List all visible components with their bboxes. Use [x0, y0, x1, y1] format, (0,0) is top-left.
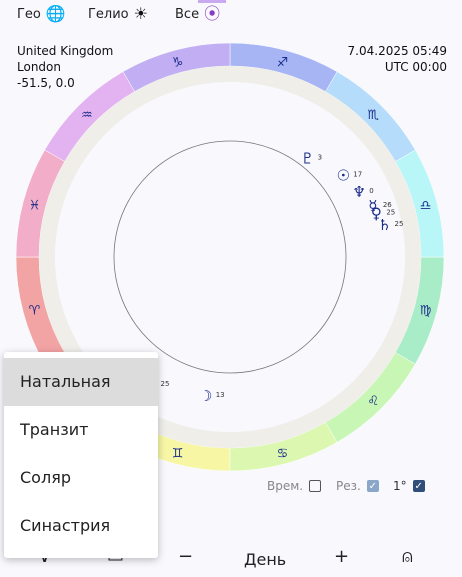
planet-mercury: ☿	[368, 197, 377, 215]
planet-degree-venus: 25	[386, 208, 395, 216]
sign-glyph-cancer: ♋	[277, 447, 289, 462]
time-label: Врем.	[267, 479, 304, 493]
planet-pluto: ♇	[301, 150, 314, 168]
planet-degree-sun: 17	[353, 171, 362, 179]
menu-item-synastry[interactable]: Синастрия	[4, 502, 158, 550]
one-degree-toggle[interactable]: 1° ✓	[393, 479, 425, 493]
sign-glyph-capricorn: ♑	[172, 55, 184, 70]
sign-glyph-gemini: ♊	[172, 447, 184, 462]
result-label: Рез.	[336, 479, 361, 493]
plus-button[interactable]: +	[334, 546, 349, 567]
planet-degree-pluto: 3	[318, 154, 322, 162]
sign-glyph-aries: ♈	[29, 303, 41, 318]
planet-neptune: ♆	[352, 183, 365, 201]
chart-type-menu: Натальная Транзит Соляр Синастрия	[4, 352, 158, 558]
one-degree-checkbox[interactable]: ✓	[412, 480, 425, 492]
person-icon[interactable]: ⍝	[402, 546, 413, 567]
sign-glyph-sagittarius: ♐	[277, 55, 289, 70]
one-degree-label: 1°	[393, 479, 407, 493]
result-checkbox[interactable]: ✓	[366, 480, 379, 492]
period-label[interactable]: День	[244, 550, 286, 569]
sign-glyph-scorpio: ♏	[367, 108, 379, 123]
sign-glyph-virgo: ♍	[420, 303, 432, 318]
planet-degree-mars: 25	[161, 380, 170, 388]
time-toggle[interactable]: Врем.	[267, 479, 322, 493]
result-toggle[interactable]: Рез. ✓	[336, 479, 379, 493]
time-checkbox[interactable]	[309, 480, 322, 492]
sign-glyph-pisces: ♓	[29, 199, 41, 214]
menu-item-natal[interactable]: Натальная	[4, 358, 158, 406]
planet-degree-mercury: 26	[383, 201, 392, 209]
planet-degree-moon: 13	[216, 391, 225, 399]
sign-glyph-aquarius: ♒	[81, 108, 93, 123]
sign-glyph-leo: ♌	[367, 394, 379, 409]
planet-degree-neptune: 0	[369, 187, 373, 195]
menu-item-solar[interactable]: Соляр	[4, 454, 158, 502]
planet-degree-saturn: 25	[395, 220, 404, 228]
planet-moon: ☽	[199, 387, 212, 405]
minus-button[interactable]: −	[178, 546, 193, 567]
sign-glyph-libra: ♎	[420, 199, 432, 214]
menu-item-transit[interactable]: Транзит	[4, 406, 158, 454]
planet-sun: ☉	[337, 167, 350, 185]
